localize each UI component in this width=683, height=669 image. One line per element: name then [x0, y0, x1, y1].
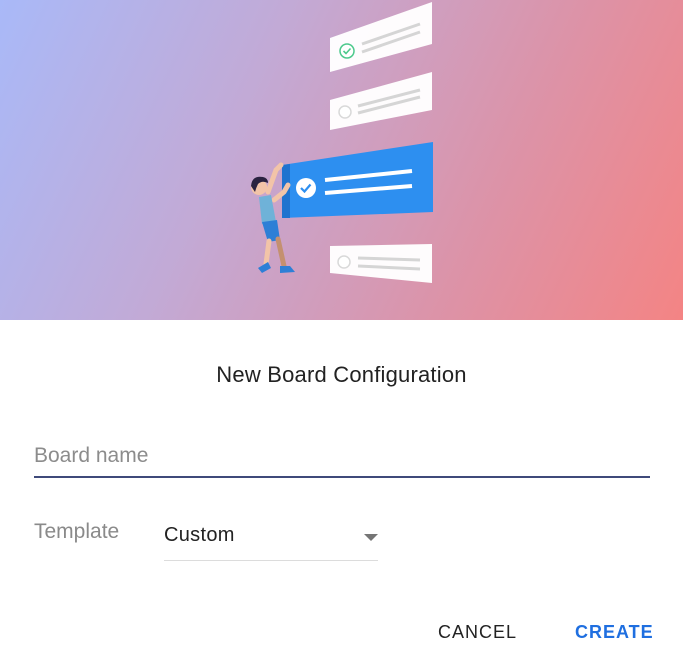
caret-down-icon	[364, 534, 378, 541]
template-label: Template	[34, 520, 120, 543]
board-illustration	[251, 2, 433, 283]
template-select[interactable]: Custom	[164, 518, 378, 561]
new-board-dialog: New Board Configuration Template Custom …	[0, 0, 683, 669]
task-card	[330, 72, 432, 130]
task-card-checked	[330, 2, 432, 72]
create-button[interactable]: CREATE	[575, 618, 654, 646]
board-name-field[interactable]	[34, 436, 650, 480]
task-card-active	[282, 142, 433, 218]
hero-banner	[0, 0, 683, 320]
task-card	[330, 244, 432, 283]
dialog-title: New Board Configuration	[216, 362, 467, 387]
board-name-input[interactable]	[34, 436, 650, 478]
cancel-button[interactable]: CANCEL	[438, 618, 517, 646]
template-select-value: Custom	[164, 524, 235, 546]
